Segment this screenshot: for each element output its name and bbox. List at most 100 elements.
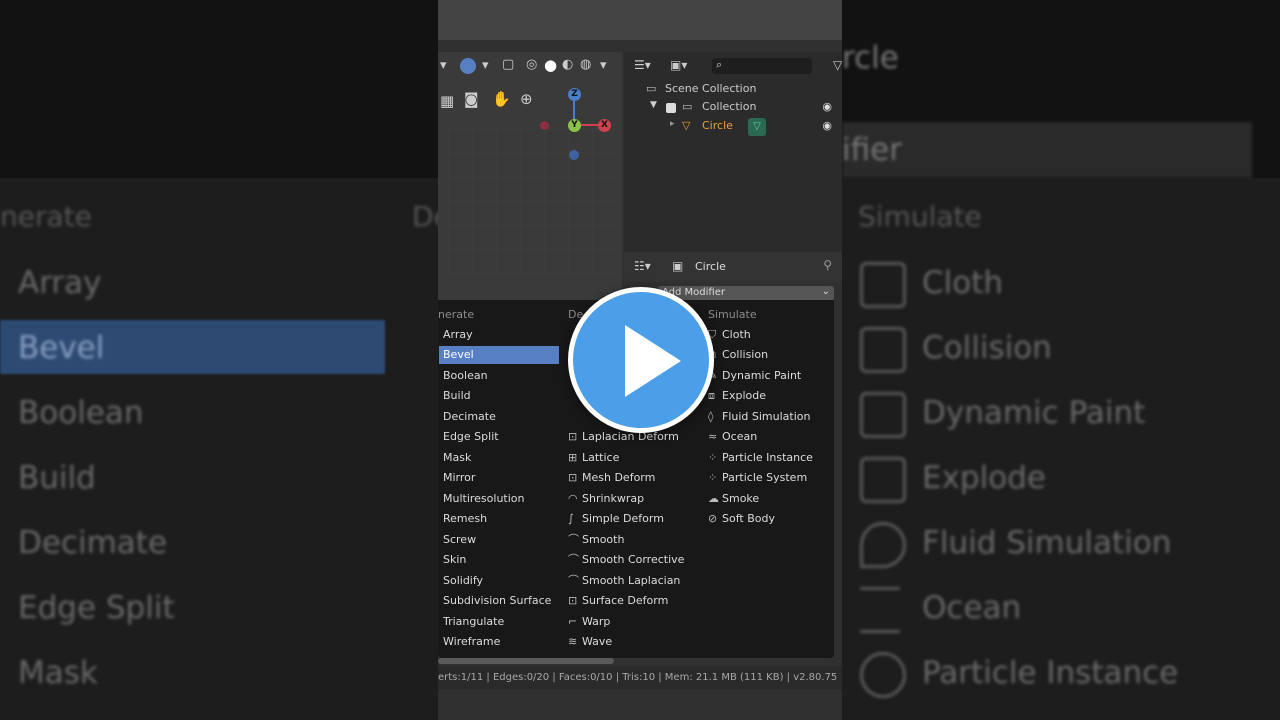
menu-item-cloth[interactable]: ⛉ Cloth [708, 326, 751, 344]
menu-item-smoke[interactable]: ☁ Smoke [708, 490, 759, 508]
material-shading-icon[interactable]: ◐ [562, 57, 573, 72]
solid-shading-icon[interactable]: ● [544, 56, 557, 74]
bg-item: Boolean [18, 395, 144, 431]
collection-label: Collection [702, 100, 757, 113]
overlay-icon[interactable] [460, 58, 476, 74]
grid-icon[interactable]: ▦ [440, 92, 454, 110]
checkbox[interactable] [666, 103, 676, 113]
gizmo-neg-x[interactable] [540, 121, 549, 130]
menu-item-lattice[interactable]: ⊞ Lattice [568, 449, 619, 467]
camera-icon[interactable]: ◙ [464, 90, 479, 108]
menu-item-warp[interactable]: ⌐ Warp [568, 613, 610, 631]
menu-item-mesh-deform[interactable]: ⊡ Mesh Deform [568, 469, 655, 487]
menu-item-decimate[interactable]: Decimate [443, 408, 496, 426]
gizmo-neg-z[interactable] [569, 150, 579, 160]
menu-item-surface-deform[interactable]: ⊡ Surface Deform [568, 592, 668, 610]
menu-item-array[interactable]: Array [443, 326, 473, 344]
menu-item-mask[interactable]: Mask [443, 449, 471, 467]
menu-item-bevel[interactable]: Bevel [439, 346, 559, 364]
menu-item-particle-instance[interactable]: ⁘ Particle Instance [708, 449, 813, 467]
bg-item: Mask [18, 655, 98, 691]
particle-icon [860, 652, 906, 698]
gizmo-x-axis [580, 124, 600, 126]
background-left: nerate Array Bevel Boolean Build Decimat… [0, 0, 438, 720]
menu-item-label: Particle System [722, 471, 808, 484]
menu-item-multiresolution[interactable]: Multiresolution [443, 490, 525, 508]
add-modifier-dropdown[interactable]: Add Modifier ⌄ [658, 286, 834, 301]
zoom-icon[interactable]: ⊕ [520, 90, 533, 108]
wireframe-shading-icon[interactable]: ◎ [526, 57, 537, 72]
menu-item-smooth-corrective[interactable]: ⌒ Smooth Corrective [568, 551, 684, 569]
menu-item-subdivision-surface[interactable]: Subdivision Surface [443, 592, 551, 610]
bg-item: Array [18, 265, 102, 301]
expand-arrow-icon[interactable]: ▸ [670, 119, 675, 129]
menu-item-label: Soft Body [722, 512, 775, 525]
menu-item-label: Smooth Laplacian [582, 574, 681, 587]
horizontal-scrollbar[interactable] [438, 658, 614, 664]
smoke-icon: ☁ [708, 492, 719, 505]
chevron-down-icon[interactable]: ▾ [600, 58, 607, 73]
menu-item-solidify[interactable]: Solidify [443, 572, 483, 590]
menu-item-triangulate[interactable]: Triangulate [443, 613, 504, 631]
menu-item-smooth-laplacian[interactable]: ⌒ Smooth Laplacian [568, 572, 680, 590]
menu-item-build[interactable]: Build [443, 387, 471, 405]
pin-icon[interactable]: ⚲ [823, 258, 832, 272]
menu-item-simple-deform[interactable]: ∫ Simple Deform [568, 510, 664, 528]
menu-item-label: Shrinkwrap [582, 492, 645, 505]
eye-icon[interactable]: ◉ [822, 119, 832, 132]
gizmo-y[interactable]: Y [568, 119, 581, 132]
mesh-data-icon[interactable]: ▽ [748, 118, 766, 136]
rendered-shading-icon[interactable]: ◍ [580, 57, 591, 72]
filter-view-icon[interactable]: ▣▾ [670, 58, 687, 72]
explode-icon: ⧈ [708, 389, 715, 402]
menu-item-label: Mesh Deform [582, 471, 656, 484]
bg-item: Decimate [18, 525, 168, 561]
bg-item: Edge Split [18, 590, 175, 626]
wave-icon: ≋ [568, 635, 578, 648]
menu-item-particle-system[interactable]: ⁘ Particle System [708, 469, 807, 487]
menu-item-dynamic-paint[interactable]: ✎ Dynamic Paint [708, 367, 801, 385]
menu-item-wireframe[interactable]: Wireframe [443, 633, 500, 651]
object-label: Circle [702, 119, 733, 132]
menu-item-fluid-simulation[interactable]: ◊ Fluid Simulation [708, 408, 810, 426]
status-bar: erts:1/11 | Edges:0/20 | Faces:0/10 | Tr… [438, 666, 842, 690]
lattice-icon: ⊞ [568, 451, 578, 464]
gizmo-x[interactable]: X [598, 119, 611, 132]
menu-item-edge-split[interactable]: Edge Split [443, 428, 499, 446]
menu-item-wave[interactable]: ≋ Wave [568, 633, 612, 651]
editor-type-icon[interactable]: ☷▾ [634, 259, 651, 273]
menu-item-label: Surface Deform [582, 594, 669, 607]
menu-item-mirror[interactable]: Mirror [443, 469, 475, 487]
chevron-down-icon[interactable]: ▾ [482, 58, 489, 73]
cloth-icon [860, 262, 906, 308]
menu-item-screw[interactable]: Screw [443, 531, 476, 549]
mode-icon[interactable]: ▾ [440, 58, 447, 73]
outliner-object-circle[interactable]: ▸ ▽ Circle ▽ ◉ [624, 118, 842, 137]
bg-item: Cloth [922, 265, 1004, 301]
xray-icon[interactable]: ▢ [502, 57, 514, 72]
bg-item: Bevel [18, 330, 105, 366]
gizmo-z[interactable]: Z [568, 88, 581, 101]
menu-item-explode[interactable]: ⧈ Explode [708, 387, 766, 405]
chevron-down-icon: ⌄ [821, 286, 830, 297]
outliner-search-input[interactable]: ⌕ [712, 58, 812, 74]
filter-icon[interactable]: ▽ [833, 58, 842, 72]
menu-item-remesh[interactable]: Remesh [443, 510, 487, 528]
viewport-grid [448, 128, 616, 278]
menu-item-soft-body[interactable]: ⊘ Soft Body [708, 510, 775, 528]
hand-pan-icon[interactable]: ✋ [492, 90, 511, 108]
menu-item-ocean[interactable]: ≈ Ocean [708, 428, 757, 446]
expand-arrow-icon[interactable]: ▼ [650, 100, 657, 110]
menu-item-smooth[interactable]: ⌒ Smooth [568, 531, 624, 549]
eye-icon[interactable]: ◉ [822, 100, 832, 113]
menu-item-collision[interactable]: ⧉Collision [708, 346, 768, 364]
dynamic-paint-icon [860, 392, 906, 438]
outliner-collection[interactable]: ▼ ▭ Collection ◉ [624, 100, 842, 118]
collection-box-icon: ▭ [646, 82, 657, 95]
menu-item-boolean[interactable]: Boolean [443, 367, 488, 385]
display-mode-icon[interactable]: ☰▾ [634, 58, 651, 72]
menu-item-skin[interactable]: Skin [443, 551, 466, 569]
menu-item-shrinkwrap[interactable]: ◠ Shrinkwrap [568, 490, 644, 508]
play-button[interactable] [568, 287, 714, 433]
smooth-icon: ⌒ [568, 533, 579, 546]
